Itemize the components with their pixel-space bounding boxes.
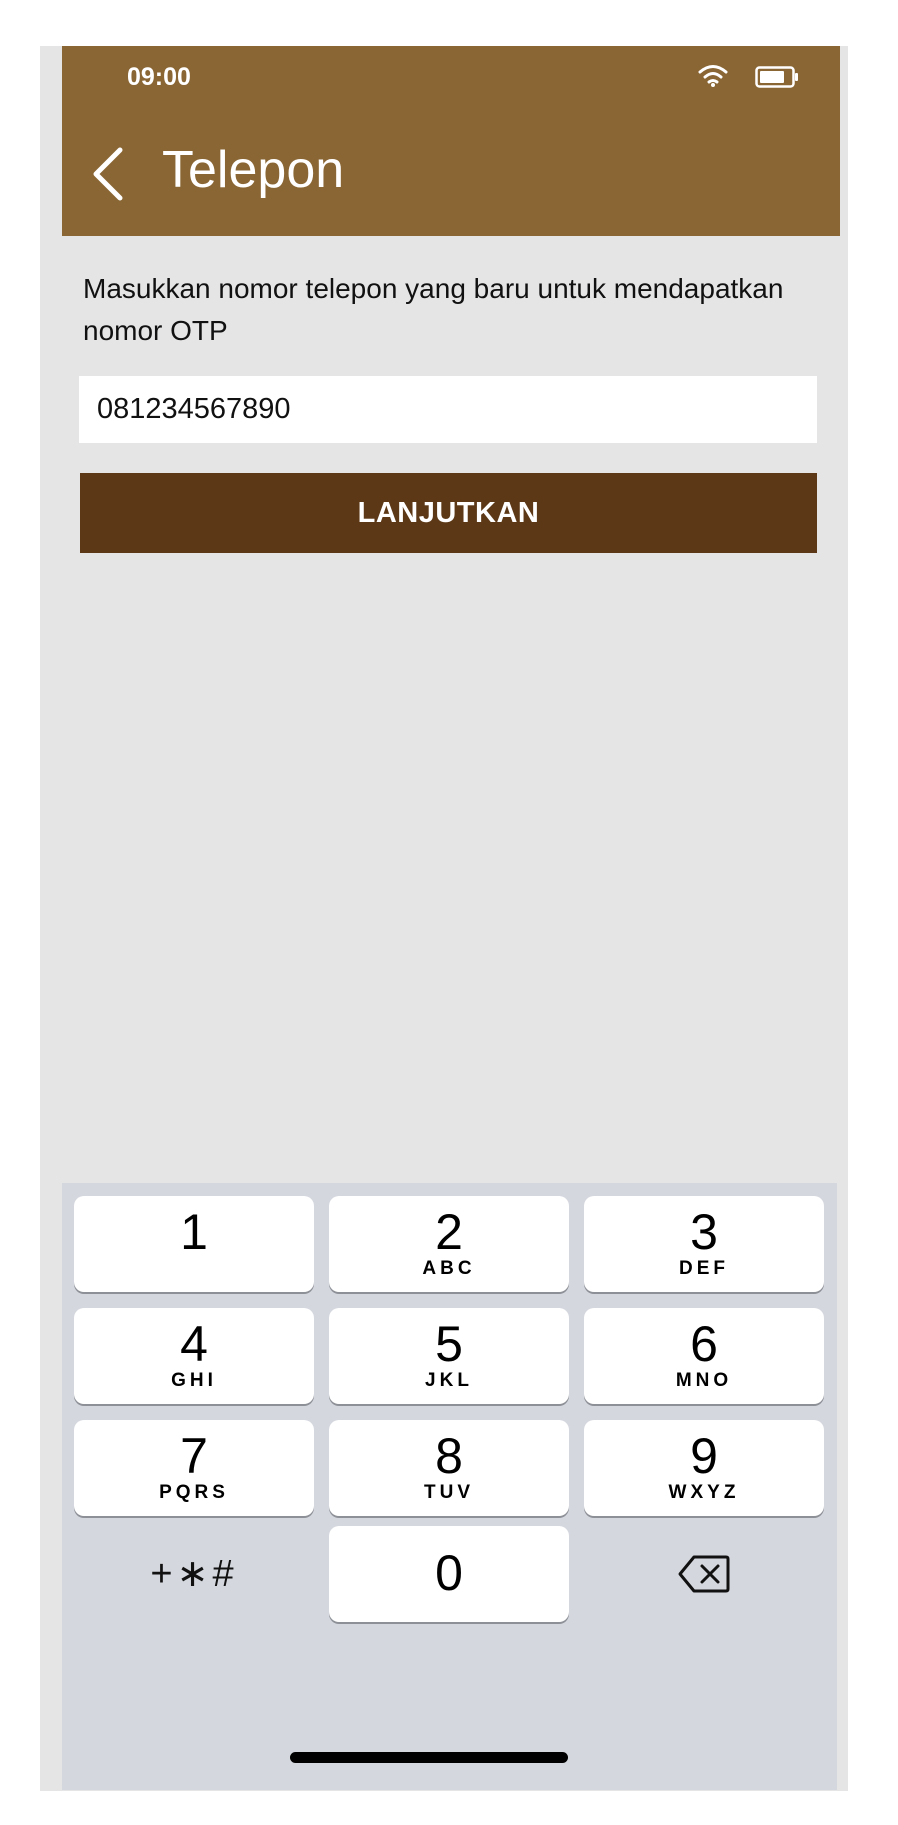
key-8[interactable]: 8 TUV: [329, 1420, 569, 1516]
key-7[interactable]: 7 PQRS: [74, 1420, 314, 1516]
key-letters: JKL: [425, 1370, 473, 1391]
delete-key[interactable]: [584, 1526, 824, 1622]
key-digit: 9: [690, 1428, 718, 1484]
key-letters: MNO: [675, 1370, 733, 1391]
key-3[interactable]: 3 DEF: [584, 1196, 824, 1292]
key-9[interactable]: 9 WXYZ: [584, 1420, 824, 1516]
backspace-icon: [678, 1555, 730, 1593]
battery-icon: [755, 66, 798, 88]
key-digit: 6: [690, 1316, 718, 1372]
key-digit: 4: [180, 1316, 208, 1372]
continue-button[interactable]: LANJUTKAN: [80, 473, 817, 553]
key-digit: 8: [435, 1428, 463, 1484]
app-screen: 09:00 Telepon Masukkan nomor telepon yan…: [40, 46, 848, 1791]
key-digit: 0: [435, 1545, 463, 1601]
symbols-key[interactable]: +∗#: [74, 1526, 314, 1622]
key-1[interactable]: 1: [74, 1196, 314, 1292]
chevron-left-icon: [93, 147, 123, 201]
key-4[interactable]: 4 GHI: [74, 1308, 314, 1404]
wifi-icon: [698, 65, 728, 87]
status-time: 09:00: [127, 63, 191, 91]
key-digit: 3: [690, 1204, 718, 1260]
numeric-keypad: 1 2 ABC 3 DEF 4 GHI 5 JKL 6 MNO 7 PQRS 8: [62, 1183, 837, 1790]
home-indicator: [290, 1752, 568, 1763]
key-letters: WXYZ: [668, 1482, 740, 1503]
key-digit: 7: [180, 1428, 208, 1484]
app-header: 09:00 Telepon: [62, 46, 840, 236]
key-digit: 5: [435, 1316, 463, 1372]
key-2[interactable]: 2 ABC: [329, 1196, 569, 1292]
phone-number-input[interactable]: [79, 376, 817, 443]
key-digit: 2: [435, 1204, 463, 1260]
key-5[interactable]: 5 JKL: [329, 1308, 569, 1404]
key-letters: GHI: [171, 1370, 217, 1391]
key-digit: 1: [180, 1204, 208, 1260]
key-letters: ABC: [422, 1258, 476, 1279]
key-letters: DEF: [679, 1258, 729, 1279]
key-letters: TUV: [424, 1482, 474, 1503]
key-0[interactable]: 0: [329, 1526, 569, 1622]
key-6[interactable]: 6 MNO: [584, 1308, 824, 1404]
back-button[interactable]: [82, 142, 130, 206]
key-letters: PQRS: [159, 1482, 229, 1503]
instruction-text: Masukkan nomor telepon yang baru untuk m…: [83, 273, 784, 346]
page-title: Telepon: [162, 141, 345, 199]
